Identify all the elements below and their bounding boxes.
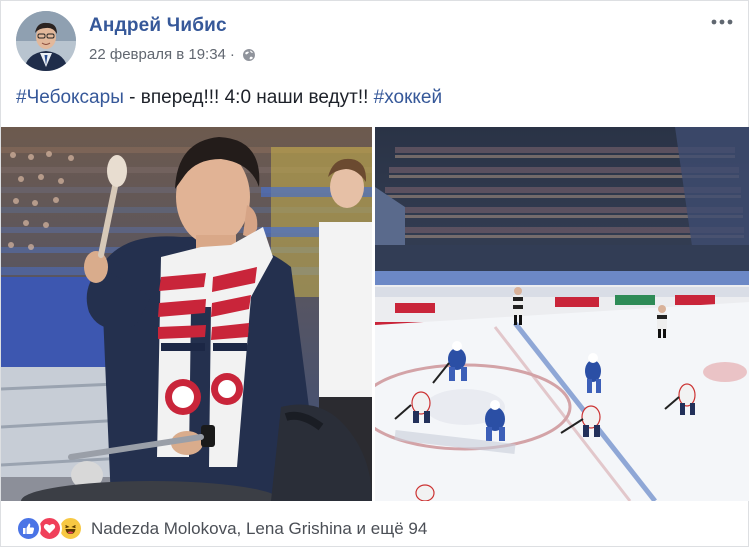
meta-separator: · xyxy=(229,46,235,63)
hashtag-hockey[interactable]: #хоккей xyxy=(374,87,442,108)
like-icon xyxy=(16,516,41,541)
photo-hockey-rink[interactable] xyxy=(375,127,749,501)
photo-fan-with-scarf[interactable] xyxy=(1,127,372,501)
facebook-post: Андрей Чибис 22 февраля в 19:34 · #Чебок… xyxy=(0,0,749,547)
avatar-image xyxy=(16,11,76,71)
author-name-link[interactable]: Андрей Чибис xyxy=(89,15,227,37)
author-avatar[interactable] xyxy=(16,11,76,71)
post-timestamp[interactable]: 22 февраля в 19:34 xyxy=(89,46,226,63)
reactions-summary-link[interactable]: Nadezda Molokova, Lena Grishina и ещё 94 xyxy=(91,519,427,539)
ellipsis-icon[interactable] xyxy=(710,15,734,27)
reaction-icons[interactable] xyxy=(16,516,83,541)
post-body-text: - вперед!!! 4:0 наши ведут!! xyxy=(123,87,374,108)
hashtag-cheboksary[interactable]: #Чебоксары xyxy=(16,87,124,108)
globe-icon[interactable] xyxy=(242,48,256,62)
post-meta: 22 февраля в 19:34 · xyxy=(89,46,256,63)
reactions-bar: Nadezda Molokova, Lena Grishina и ещё 94 xyxy=(16,516,427,541)
post-text: #Чебоксары - вперед!!! 4:0 наши ведут!! … xyxy=(16,87,442,109)
